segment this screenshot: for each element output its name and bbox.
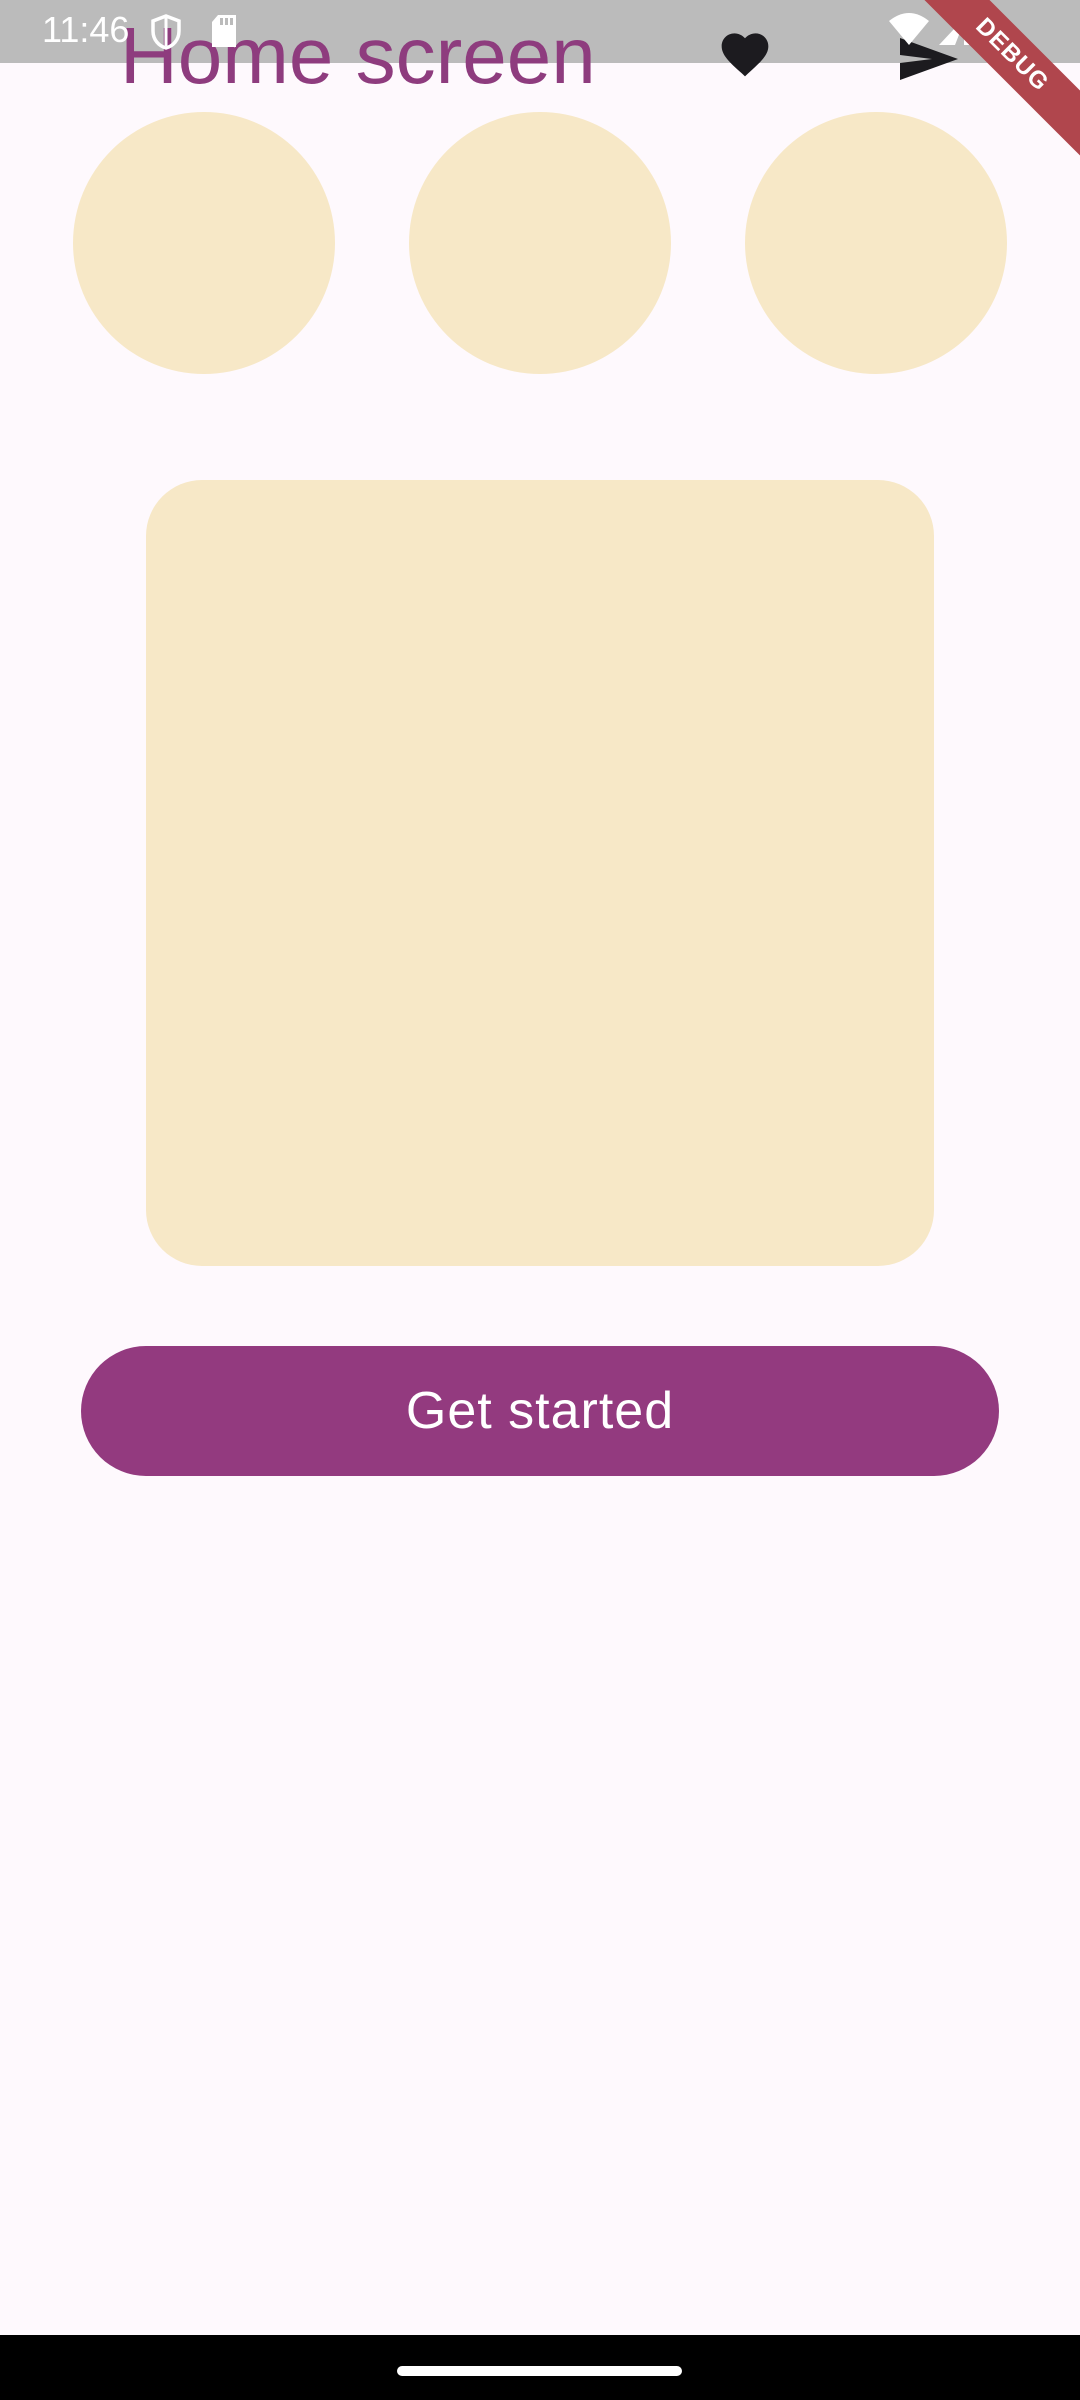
get-started-button[interactable]: Get started	[81, 1346, 999, 1476]
placeholder-circle	[409, 112, 671, 374]
placeholder-card	[146, 480, 934, 1266]
placeholder-circle	[73, 112, 335, 374]
home-indicator[interactable]	[397, 2366, 682, 2376]
favorite-icon[interactable]	[717, 26, 773, 80]
shield-icon	[151, 14, 181, 50]
status-time: 11:46	[42, 9, 130, 50]
wifi-icon	[889, 13, 929, 45]
page-title: Home screen	[120, 11, 596, 100]
placeholder-circle	[745, 112, 1007, 374]
sd-card-icon	[212, 15, 236, 47]
navigation-bar	[0, 2335, 1080, 2400]
